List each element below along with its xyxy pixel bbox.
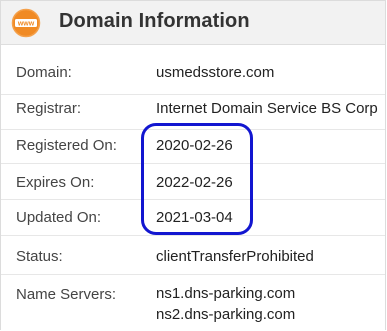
svg-text:www: www	[17, 21, 35, 28]
domain-row: Domain: usmedsstore.com	[1, 45, 385, 95]
expires-on-value: 2022-02-26	[156, 174, 233, 191]
registrar-row: Registrar: Internet Domain Service BS Co…	[1, 95, 385, 130]
expires-on-label: Expires On:	[16, 174, 95, 191]
registered-on-label: Registered On:	[16, 137, 117, 154]
name-servers-row: Name Servers: ns1.dns-parking.com ns2.dn…	[1, 275, 385, 331]
domain-info-card: www Domain Information Domain: usmedssto…	[0, 0, 386, 330]
registered-on-value: 2020-02-26	[156, 137, 233, 154]
www-globe-icon: www	[11, 8, 41, 38]
card-title: Domain Information	[59, 10, 250, 32]
registered-on-row: Registered On: 2020-02-26	[1, 130, 385, 164]
name-servers-list: ns1.dns-parking.com ns2.dns-parking.com	[156, 283, 295, 325]
card-header: www Domain Information	[1, 1, 385, 45]
name-server-1: ns1.dns-parking.com	[156, 285, 296, 302]
registrar-value: Internet Domain Service BS Corp	[156, 100, 378, 117]
status-value: clientTransferProhibited	[156, 248, 314, 265]
domain-label: Domain:	[16, 64, 72, 81]
registrar-label: Registrar:	[16, 100, 82, 117]
updated-on-row: Updated On: 2021-03-04	[1, 200, 385, 236]
updated-on-value: 2021-03-04	[156, 209, 233, 226]
domain-value: usmedsstore.com	[156, 64, 275, 81]
expires-on-row: Expires On: 2022-02-26	[1, 164, 385, 200]
updated-on-label: Updated On:	[16, 209, 102, 226]
name-server-2: ns2.dns-parking.com	[156, 306, 296, 323]
status-label: Status:	[16, 248, 63, 265]
name-servers-label: Name Servers:	[16, 286, 117, 303]
status-row: Status: clientTransferProhibited	[1, 236, 385, 275]
